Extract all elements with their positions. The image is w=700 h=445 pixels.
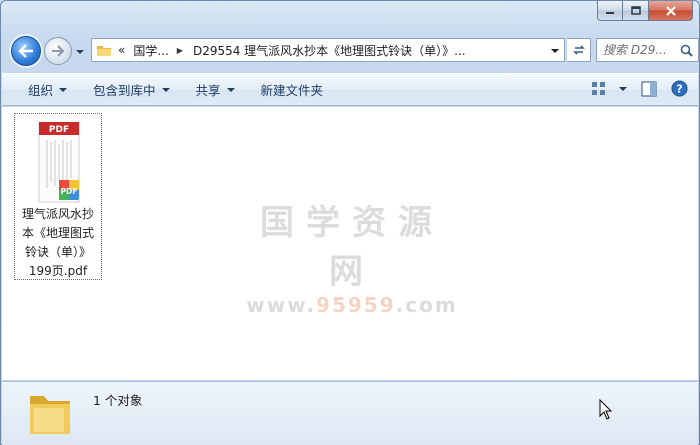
search-box[interactable] [596, 38, 699, 62]
file-name: 理气派风水抄 本《地理图式 铃诀（单）》 199页.pdf [15, 205, 101, 281]
maximize-icon [630, 5, 641, 15]
address-overflow[interactable]: « [118, 43, 125, 57]
back-button[interactable] [11, 36, 41, 66]
minimize-icon [606, 11, 614, 14]
minimize-button[interactable] [597, 1, 623, 21]
file-item[interactable]: PDF PDF 理气派风水抄 本《地理图式 铃诀（单）》 199页.pdf [14, 113, 102, 280]
watermark-url-highlight: 95959 [316, 293, 396, 317]
help-icon: ? [671, 80, 688, 97]
command-bar: 组织 包含到库中 共享 新建文件夹 ? [2, 73, 698, 106]
navigation-row: « 国学... ▶ D29554 理气派风水抄本《地理图式铃诀（单）》... [9, 34, 699, 66]
forward-button[interactable] [44, 37, 72, 65]
item-count: 1 个对象 [93, 393, 143, 408]
breadcrumb-item[interactable]: 国学... [133, 42, 168, 59]
pdf-thumb-label: PDF [49, 125, 69, 135]
chevron-down-icon [226, 87, 235, 92]
forward-arrow-icon [52, 45, 65, 57]
change-view-button[interactable] [591, 81, 627, 97]
file-name-line: 铃诀（单）》 [24, 245, 91, 259]
search-input[interactable] [603, 43, 683, 57]
preview-pane-button[interactable] [641, 80, 657, 97]
help-button[interactable]: ? [671, 80, 688, 97]
refresh-button[interactable] [567, 38, 591, 62]
preview-pane-icon [641, 80, 657, 97]
svg-text:?: ? [676, 83, 682, 96]
details-pane: 1 个对象 [2, 381, 698, 445]
organize-menu[interactable]: 组织 [28, 80, 68, 99]
pdf-badge-label: PDF [61, 187, 78, 196]
close-button[interactable] [649, 1, 693, 21]
watermark-url: www.95959.com [242, 293, 462, 317]
file-list[interactable]: PDF PDF 理气派风水抄 本《地理图式 铃诀（单）》 199页.pdf 国学… [2, 107, 698, 380]
maximize-button[interactable] [623, 1, 649, 21]
chevron-down-icon [76, 50, 84, 54]
folder-large-icon [30, 396, 70, 434]
include-in-library-menu[interactable]: 包含到库中 [93, 80, 170, 99]
file-name-line: 199页.pdf [28, 264, 88, 278]
back-arrow-icon [18, 44, 33, 58]
recent-pages-dropdown[interactable] [75, 45, 85, 59]
breadcrumb-separator-icon[interactable]: ▶ [177, 46, 183, 55]
view-controls: ? [577, 80, 688, 97]
share-menu[interactable]: 共享 [196, 80, 235, 99]
watermark: 国学资源网 www.95959.com [242, 195, 462, 317]
address-bar[interactable]: « 国学... ▶ D29554 理气派风水抄本《地理图式铃诀（单）》... [91, 38, 565, 62]
watermark-title: 国学资源网 [260, 203, 444, 292]
include-in-library-label: 包含到库中 [93, 83, 156, 98]
explorer-window: « 国学... ▶ D29554 理气派风水抄本《地理图式铃诀（单）》... 组… [0, 0, 700, 445]
pdf-file-icon: PDF PDF [37, 121, 81, 204]
address-history-dropdown-icon[interactable] [550, 47, 560, 55]
watermark-url-suffix: .com [395, 293, 458, 317]
refresh-icon [572, 45, 585, 55]
new-folder-button[interactable]: 新建文件夹 [261, 80, 324, 99]
view-tiles-icon [592, 81, 605, 95]
share-label: 共享 [195, 83, 221, 98]
caption-buttons [597, 1, 693, 21]
search-icon[interactable] [680, 44, 693, 57]
organize-label: 组织 [28, 83, 54, 98]
watermark-url-prefix: www. [246, 293, 317, 317]
chevron-down-icon [161, 87, 170, 92]
mouse-pointer-icon [599, 399, 613, 420]
file-name-line: 理气派风水抄 [21, 207, 94, 221]
close-icon [665, 5, 676, 16]
folder-icon [97, 46, 111, 56]
chevron-down-icon [59, 87, 68, 92]
new-folder-label: 新建文件夹 [260, 83, 324, 98]
file-name-line: 本《地理图式 [21, 226, 94, 240]
chevron-down-icon[interactable] [619, 86, 627, 92]
breadcrumb-item-current[interactable]: D29554 理气派风水抄本《地理图式铃诀（单）》... [193, 42, 466, 59]
